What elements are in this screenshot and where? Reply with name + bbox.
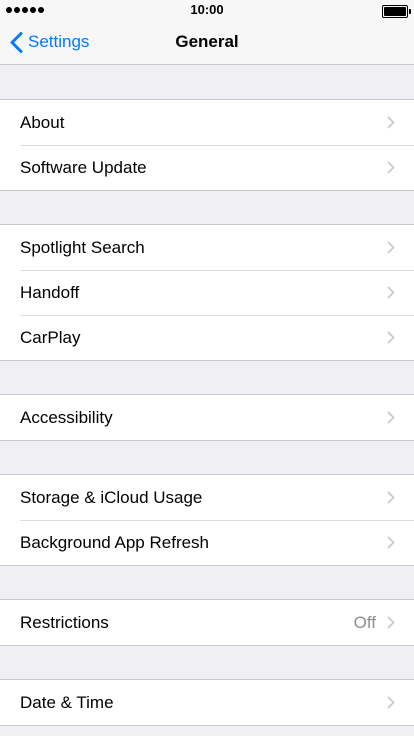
settings-row-label: Accessibility — [20, 408, 113, 427]
settings-row-handoff[interactable]: Handoff — [0, 270, 414, 315]
chevron-right-icon — [387, 241, 395, 254]
settings-row-software-update[interactable]: Software Update — [0, 145, 414, 190]
status-time: 10:00 — [190, 2, 224, 17]
chevron-right-icon — [387, 411, 395, 424]
chevron-right-icon — [387, 536, 395, 549]
chevron-right-icon — [387, 696, 395, 709]
chevron-right-icon — [387, 286, 395, 299]
chevron-right-icon — [387, 616, 395, 629]
settings-group-about: About Software Update — [0, 99, 414, 191]
settings-group-search: Spotlight Search Handoff CarPlay — [0, 224, 414, 361]
settings-row-accessibility[interactable]: Accessibility — [0, 395, 414, 440]
chevron-right-icon — [387, 116, 395, 129]
settings-row-spotlight-search[interactable]: Spotlight Search — [0, 225, 414, 270]
settings-row-label: CarPlay — [20, 328, 81, 347]
settings-row-label: About — [20, 113, 65, 132]
settings-row-about[interactable]: About — [0, 100, 414, 145]
settings-row-date-time[interactable]: Date & Time — [0, 680, 414, 725]
settings-row-label: Background App Refresh — [20, 533, 210, 552]
navigation-bar: Settings General — [0, 20, 414, 65]
settings-row-label: Handoff — [20, 283, 80, 302]
settings-group-restrictions: Restrictions Off — [0, 599, 414, 646]
back-button-label: Settings — [28, 32, 90, 51]
settings-row-restrictions[interactable]: Restrictions Off — [0, 600, 414, 645]
back-button[interactable]: Settings — [10, 20, 89, 64]
settings-row-label: Date & Time — [20, 693, 114, 712]
chevron-right-icon — [387, 491, 395, 504]
settings-group-accessibility: Accessibility — [0, 394, 414, 441]
settings-row-background-app-refresh[interactable]: Background App Refresh — [0, 520, 414, 565]
settings-row-label: Software Update — [20, 158, 147, 177]
settings-row-label: Spotlight Search — [20, 238, 145, 257]
chevron-right-icon — [387, 161, 395, 174]
status-bar: 10:00 — [0, 0, 414, 20]
settings-row-label: Storage & iCloud Usage — [20, 488, 203, 507]
settings-group-storage: Storage & iCloud Usage Background App Re… — [0, 474, 414, 566]
settings-group-date-time: Date & Time — [0, 679, 414, 726]
settings-row-label: Restrictions — [20, 613, 109, 632]
settings-row-storage-icloud-usage[interactable]: Storage & iCloud Usage — [0, 475, 414, 520]
chevron-left-icon — [10, 31, 23, 53]
restrictions-status-value: Off — [353, 613, 376, 632]
battery-icon — [382, 5, 411, 18]
chevron-right-icon — [387, 331, 395, 344]
settings-row-carplay[interactable]: CarPlay — [0, 315, 414, 360]
